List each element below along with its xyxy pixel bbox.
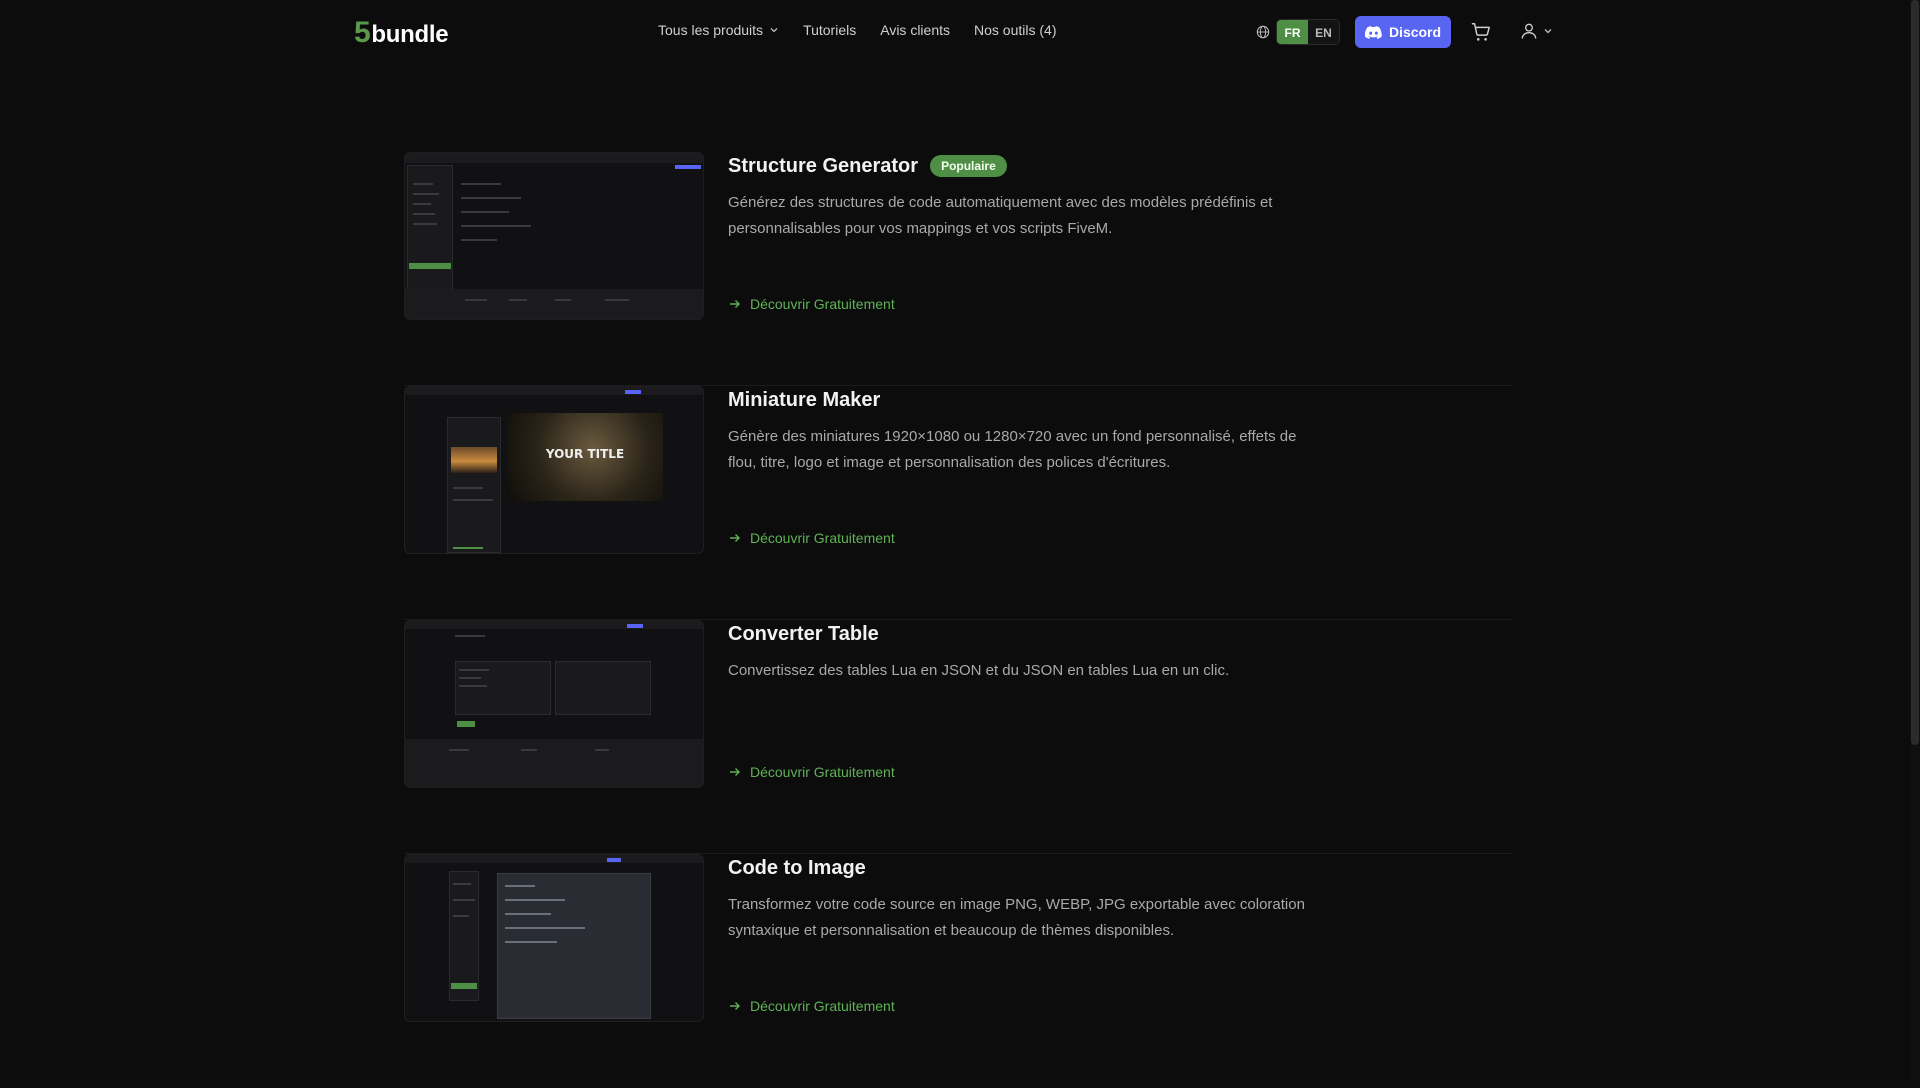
nav-reviews[interactable]: Avis clients [880,22,950,38]
discover-free-label: Découvrir Gratuitement [750,998,895,1014]
discord-label: Discord [1388,24,1442,40]
chevron-down-icon [770,28,778,33]
top-navbar: 5 bundle Tous les produits Tutoriels Avi… [0,0,1910,64]
product-info: Code to Image Transformez votre code sou… [728,854,1348,944]
cart-icon[interactable] [1470,21,1492,43]
nav-all-products-label: Tous les produits [658,22,764,38]
nav-our-tools-label: Nos outils (4) [974,22,1057,38]
nav-all-products[interactable]: Tous les produits [658,22,779,38]
nav-reviews-label: Avis clients [880,22,951,38]
discover-free-label: Découvrir Gratuitement [750,530,895,546]
product-thumbnail[interactable] [404,854,704,1022]
product-title[interactable]: Code to Image [728,857,866,880]
product-info: Converter Table Convertissez des tables … [728,620,1348,684]
discover-free-link[interactable]: Découvrir Gratuitement [728,764,895,780]
logo-text: bundle [371,21,449,48]
discover-free-label: Découvrir Gratuitement [750,296,895,312]
discord-icon [1364,25,1382,39]
product-thumbnail[interactable]: YOUR TITLE [404,386,704,554]
product-list: Structure Generator Populaire Générez de… [404,152,1512,1088]
nav-tutorials[interactable]: Tutoriels [803,22,856,38]
product-info: Miniature Maker Génère des miniatures 19… [728,386,1348,476]
discover-free-label: Découvrir Gratuitement [750,764,895,780]
product-info: Structure Generator Populaire Générez de… [728,152,1348,242]
product-card: Converter Table Convertissez des tables … [404,620,1512,854]
thumbnail-title-text: YOUR TITLE [545,447,625,461]
product-card: Code to Image Transformez votre code sou… [404,854,1512,1088]
user-menu[interactable] [1519,21,1553,41]
nav-tutorials-label: Tutoriels [803,22,857,38]
product-card: YOUR TITLE Miniature Maker Génère des mi… [404,386,1512,620]
product-thumbnail[interactable] [404,152,704,320]
product-card: Structure Generator Populaire Générez de… [404,152,1512,386]
page-scrollbar[interactable] [1910,0,1920,1080]
product-title[interactable]: Structure Generator [728,155,918,178]
popular-badge: Populaire [930,155,1007,177]
scrollbar-thumb[interactable] [1911,0,1919,745]
product-description: Générez des structures de code automatiq… [728,194,1273,237]
discover-free-link[interactable]: Découvrir Gratuitement [728,530,895,546]
arrow-right-icon [730,1002,740,1010]
discord-button[interactable]: Discord [1355,16,1451,48]
product-title[interactable]: Miniature Maker [728,389,880,412]
main-nav: Tous les produits Tutoriels Avis clients… [658,22,1080,38]
product-description: Transformez votre code source en image P… [728,896,1305,939]
product-thumbnail[interactable] [404,620,704,788]
user-icon [1521,23,1537,39]
lang-fr-button[interactable]: FR [1277,20,1308,44]
product-title[interactable]: Converter Table [728,623,879,646]
language-switch: FR EN [1276,19,1340,45]
product-description: Génère des miniatures 1920×1080 ou 1280×… [728,428,1297,471]
language-selector: FR EN [1256,19,1340,45]
product-description: Convertissez des tables Lua en JSON et d… [728,662,1230,679]
nav-our-tools[interactable]: Nos outils (4) [974,22,1056,38]
discover-free-link[interactable]: Découvrir Gratuitement [728,998,895,1014]
chevron-down-icon [1544,29,1552,34]
logo[interactable]: 5 bundle [354,16,449,50]
arrow-right-icon [730,768,740,776]
discover-free-link[interactable]: Découvrir Gratuitement [728,296,895,312]
logo-number: 5 [354,16,371,49]
lang-en-button[interactable]: EN [1308,20,1339,44]
globe-icon [1256,25,1270,39]
arrow-right-icon [730,534,740,542]
arrow-right-icon [730,300,740,308]
